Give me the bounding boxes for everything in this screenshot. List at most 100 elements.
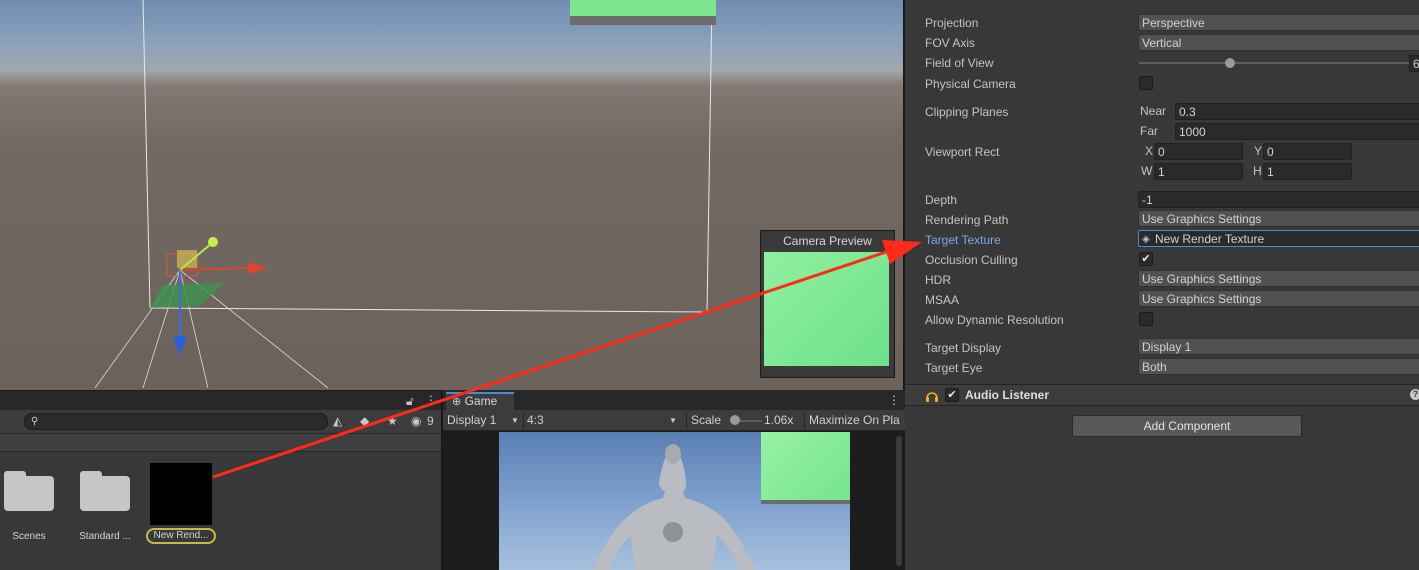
audio-listener-component-header[interactable]: ✔ Audio Listener ?	[905, 384, 1419, 406]
display-dropdown-value: Display 1	[447, 413, 497, 427]
chevron-down-icon: ▼	[669, 416, 677, 425]
folder-icon	[4, 471, 54, 511]
tab-game-label: Game	[464, 394, 498, 408]
audio-listener-enabled-checkbox[interactable]: ✔	[945, 388, 959, 402]
kebab-menu-icon[interactable]: ⋮	[888, 394, 900, 406]
z-axis-arrow-icon	[173, 336, 187, 356]
viewport-x-field[interactable]: 0	[1154, 143, 1243, 160]
field-of-view-value[interactable]: 6	[1409, 55, 1419, 72]
display-dropdown[interactable]: Display 1 ▼	[447, 410, 521, 431]
target-texture-value: New Render Texture	[1155, 232, 1265, 246]
transform-plane-handle	[150, 283, 225, 308]
target-texture-label: Target Texture	[925, 233, 1001, 247]
camera-preview-image	[764, 252, 889, 366]
help-icon[interactable]: ?	[1410, 389, 1419, 400]
viewport-y-field[interactable]: 0	[1263, 143, 1352, 160]
target-eye-label: Target Eye	[925, 361, 983, 375]
near-label: Near	[1140, 104, 1167, 118]
aspect-dropdown[interactable]: 4:3 ▼	[527, 410, 683, 431]
msaa-dropdown[interactable]: Use Graphics Settings	[1138, 290, 1419, 307]
field-of-view-slider[interactable]	[1139, 62, 1409, 64]
game-toolbar: Display 1 ▼ 4:3 ▼ Scale 1.06x Maximize O…	[443, 410, 905, 431]
physical-camera-label: Physical Camera	[925, 77, 1016, 91]
occlusion-culling-label: Occlusion Culling	[925, 253, 1018, 267]
viewport-h-label: H	[1253, 164, 1262, 178]
project-tab-bar: 🔓︎ ⋮	[0, 391, 441, 410]
camera-preview-title: Camera Preview	[783, 234, 872, 248]
tab-game[interactable]: ⊕ Game	[446, 392, 514, 410]
game-green-object	[761, 432, 850, 504]
favorite-star-icon[interactable]: ★	[387, 415, 398, 427]
fov-axis-label: FOV Axis	[925, 36, 976, 50]
project-breadcrumbs	[0, 434, 441, 452]
filter-by-label-icon[interactable]: ◆	[360, 415, 369, 427]
scale-value: 1.06x	[764, 413, 794, 427]
viewport-rect-label: Viewport Rect	[925, 145, 1000, 159]
hidden-packages-eye-icon[interactable]: ◉	[411, 415, 421, 427]
field-of-view-slider-knob[interactable]	[1225, 58, 1235, 68]
render-texture-icon: ◈	[1142, 234, 1150, 245]
asset-name-selected[interactable]: New Rend...	[146, 528, 216, 544]
near-plane-field[interactable]: 0.3	[1175, 103, 1419, 120]
depth-label: Depth	[925, 193, 958, 207]
kebab-menu-icon[interactable]: ⋮	[425, 394, 437, 406]
depth-field[interactable]: -1	[1138, 191, 1419, 208]
asset-name: Scenes	[12, 531, 46, 542]
hidden-packages-count: 9	[427, 414, 434, 428]
game-scrollbar[interactable]	[896, 436, 902, 566]
game-tab-bar: ⊕ Game ⋮	[443, 390, 905, 410]
aspect-dropdown-value: 4:3	[527, 413, 544, 427]
projection-dropdown[interactable]: Perspective	[1138, 14, 1419, 31]
asset-name: Standard ...	[79, 531, 131, 542]
hdr-label: HDR	[925, 273, 951, 287]
scale-slider-knob[interactable]	[730, 415, 740, 425]
inspector-panel: Projection Perspective FOV Axis Vertical…	[903, 0, 1419, 570]
allow-dynamic-resolution-checkbox[interactable]	[1139, 312, 1153, 326]
clipping-planes-label: Clipping Planes	[925, 105, 1009, 119]
game-render-canvas[interactable]	[499, 432, 850, 570]
x-axis-handle	[179, 267, 251, 271]
scale-label: Scale	[691, 413, 722, 427]
chevron-down-icon: ▼	[511, 416, 519, 425]
rendering-path-label: Rendering Path	[925, 213, 1009, 227]
project-panel: 🔓︎ ⋮ ◭ ◆ ★ ◉ 9 ⚲ Scenes Standard ... New…	[0, 390, 441, 570]
camera-preview-window: Camera Preview	[760, 230, 895, 378]
game-view-panel: ⊕ Game ⋮ Display 1 ▼ 4:3 ▼ Scale 1.06x M…	[441, 390, 905, 570]
rendering-path-dropdown[interactable]: Use Graphics Settings	[1138, 210, 1419, 227]
field-of-view-label: Field of View	[925, 56, 994, 70]
asset-folder-scenes[interactable]: Scenes	[0, 463, 64, 542]
allow-dynamic-resolution-label: Allow Dynamic Resolution	[925, 313, 1064, 327]
lock-icon[interactable]: 🔓︎	[406, 395, 414, 407]
render-texture-thumbnail[interactable]	[150, 463, 212, 525]
hdr-dropdown[interactable]: Use Graphics Settings	[1138, 270, 1419, 287]
far-plane-field[interactable]: 1000	[1175, 123, 1419, 140]
viewport-w-label: W	[1141, 164, 1153, 178]
scene-view[interactable]: Camera Preview	[0, 0, 903, 390]
headphones-icon	[926, 392, 938, 402]
target-display-label: Target Display	[925, 341, 1002, 355]
maximize-on-play-toggle[interactable]: Maximize On Pla	[809, 410, 905, 431]
viewport-y-label: Y	[1254, 144, 1263, 158]
target-eye-dropdown[interactable]: Both	[1138, 358, 1419, 375]
target-display-dropdown[interactable]: Display 1	[1138, 338, 1419, 355]
physical-camera-checkbox[interactable]	[1139, 76, 1153, 90]
viewport-h-field[interactable]: 1	[1263, 163, 1352, 180]
occlusion-culling-checkbox[interactable]: ✔	[1139, 252, 1153, 266]
search-icon: ⚲	[31, 416, 39, 427]
project-search-input[interactable]: ⚲	[24, 413, 328, 430]
audio-listener-title: Audio Listener	[965, 388, 1050, 402]
gamepad-icon: ⊕	[452, 396, 462, 408]
viewport-w-field[interactable]: 1	[1154, 163, 1243, 180]
y-axis-knob-icon	[208, 237, 218, 247]
far-label: Far	[1140, 124, 1158, 138]
asset-folder-standard[interactable]: Standard ...	[70, 463, 140, 542]
projection-label: Projection	[925, 16, 979, 30]
folder-icon	[80, 471, 130, 511]
viewport-x-label: X	[1145, 144, 1154, 158]
msaa-label: MSAA	[925, 293, 960, 307]
fov-axis-dropdown[interactable]: Vertical	[1138, 34, 1419, 51]
x-axis-arrow-icon	[248, 262, 268, 274]
filter-by-type-icon[interactable]: ◭	[333, 415, 342, 427]
target-texture-field[interactable]: ◈ New Render Texture	[1138, 230, 1419, 247]
add-component-button[interactable]: Add Component	[1072, 415, 1302, 437]
